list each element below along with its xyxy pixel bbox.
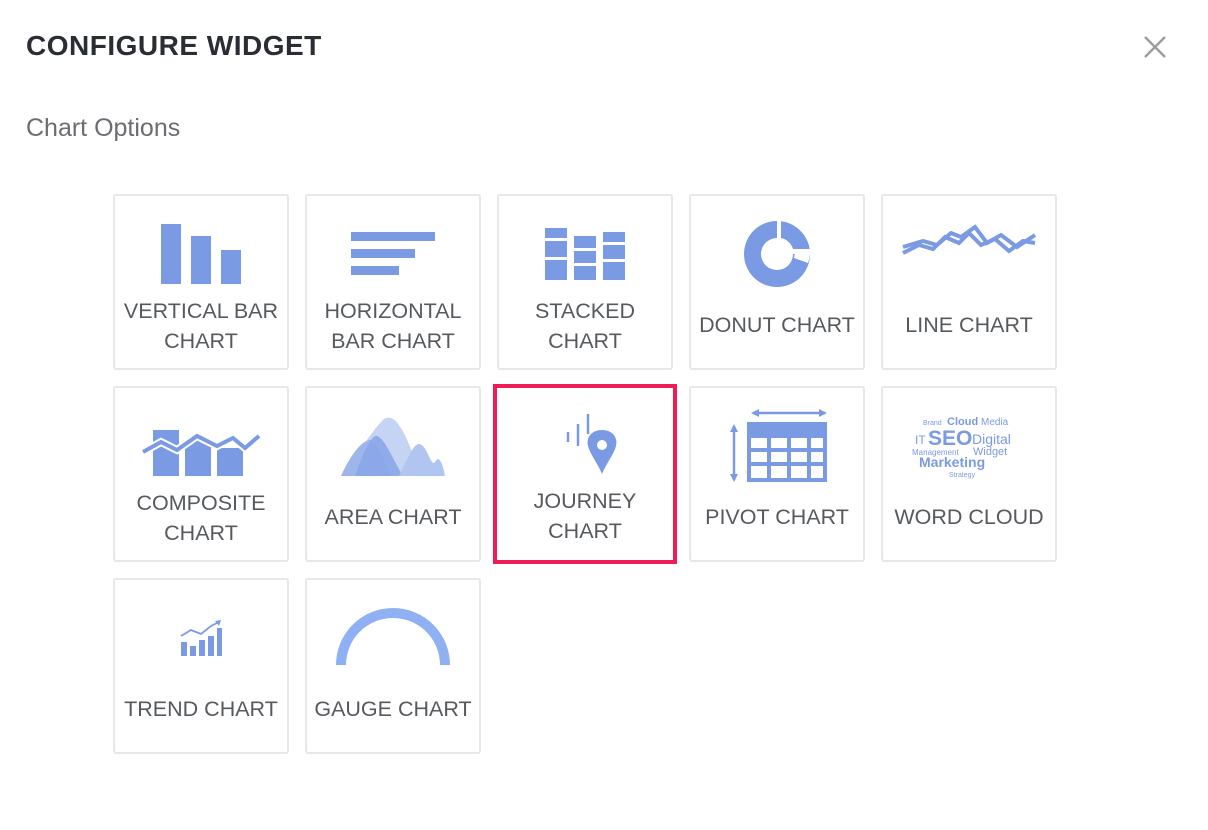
close-button[interactable] [1138,30,1172,64]
tile-label: JOURNEY CHART [533,489,637,543]
tile-label: AREA CHART [324,505,462,529]
tile-label: DONUT CHART [699,313,855,337]
tile-label: WORD CLOUD [894,505,1044,529]
tile-gauge-chart[interactable]: GAUGE CHART [305,578,481,754]
tile-label: PIVOT CHART [705,505,849,529]
tile-word-cloud[interactable]: Brand Cloud Media IT SEO Digital Managem… [881,386,1057,562]
area-chart-icon [341,417,445,476]
tile-stacked-chart[interactable]: STACKED CHART [497,194,673,370]
word-cloud-word: IT [915,433,926,447]
horizontal-bar-chart-icon [351,232,435,275]
tile-line-chart[interactable]: LINE CHART [881,194,1057,370]
vertical-bar-chart-icon [161,224,241,284]
word-cloud-icon: Brand Cloud Media IT SEO Digital Managem… [912,416,1011,479]
tile-trend-chart[interactable]: TREND CHART [113,578,289,754]
tile-label: VERTICAL BAR CHART [123,299,279,353]
tile-horizontal-bar-chart[interactable]: HORIZONTAL BAR CHART [305,194,481,370]
donut-chart-icon [744,221,810,287]
pivot-chart-icon [730,409,827,482]
tile-vertical-bar-chart[interactable]: VERTICAL BAR CHART [113,194,289,370]
word-cloud-word: Media [981,417,1009,428]
word-cloud-word: Digital [972,431,1011,447]
tile-label: STACKED CHART [535,299,635,353]
tile-label: LINE CHART [905,313,1033,337]
tile-donut-chart[interactable]: DONUT CHART [689,194,865,370]
journey-chart-icon [566,414,617,474]
tile-journey-chart[interactable]: JOURNEY CHART [493,384,677,564]
tile-area-chart[interactable]: AREA CHART [305,386,481,562]
stacked-chart-icon [545,228,625,280]
trend-chart-icon [180,620,222,656]
tile-label: TREND CHART [124,697,278,721]
tile-pivot-chart[interactable]: PIVOT CHART [689,386,865,562]
tile-label: COMPOSITE CHART [136,491,266,545]
tile-label: GAUGE CHART [314,697,472,721]
word-cloud-word: SEO [928,427,972,450]
close-icon [1144,36,1166,58]
composite-chart-icon [141,430,261,476]
modal-title: CONFIGURE WIDGET [26,30,322,61]
tile-composite-chart[interactable]: COMPOSITE CHART [113,386,289,562]
word-cloud-word: Brand [923,420,942,427]
line-chart-icon [902,224,1037,255]
gauge-chart-icon [336,608,450,666]
word-cloud-word: Strategy [949,472,976,479]
tile-label: HORIZONTAL BAR CHART [324,299,462,353]
word-cloud-word: Marketing [919,454,985,470]
section-label: Chart Options [26,114,181,142]
